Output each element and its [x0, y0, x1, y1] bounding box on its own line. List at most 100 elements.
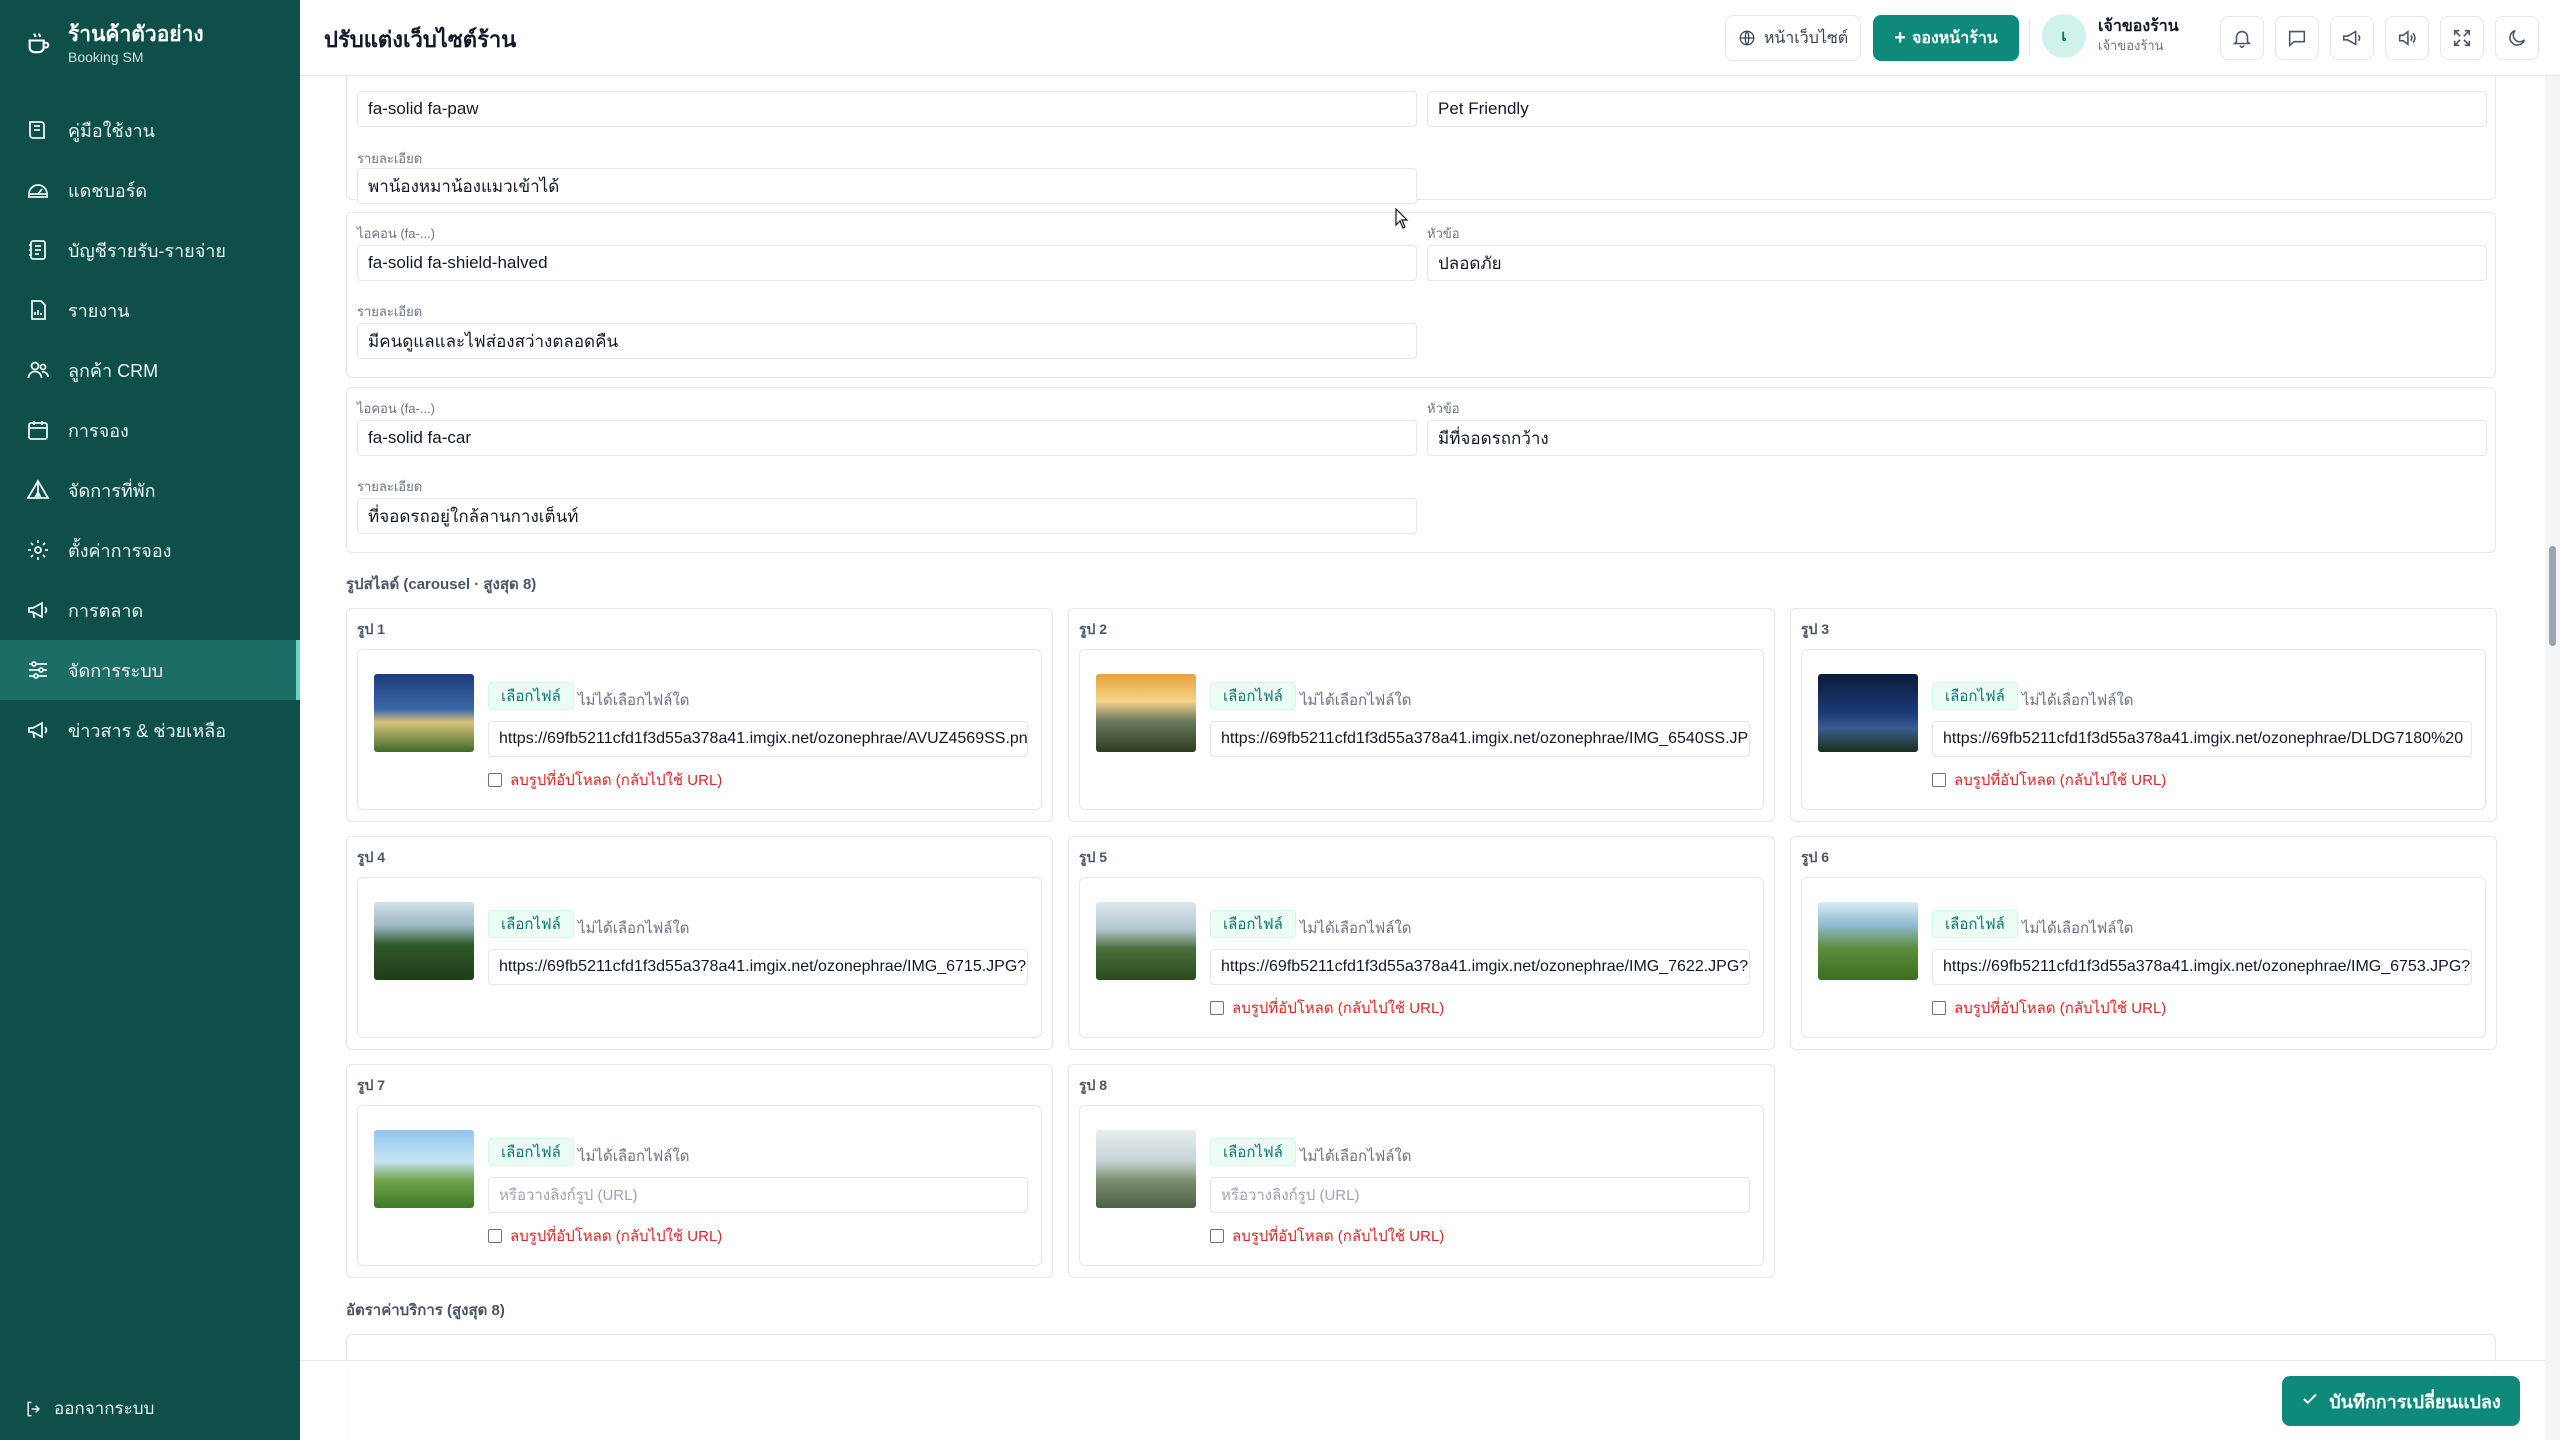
- slide-title: รูป 6: [1801, 849, 1830, 865]
- report-icon: [31, 300, 46, 320]
- sidebar: ร้านค้าตัวอย่าง Booking SM คู่มือใช้งาน …: [0, 0, 300, 1440]
- feature-icon-label: ไอคอน (fa-...): [357, 401, 436, 416]
- sidebar-item-system[interactable]: จัดการระบบ: [0, 640, 300, 700]
- slide-url-input[interactable]: หรือวางลิงก์รูป (URL): [488, 1177, 1028, 1213]
- dark-mode-button[interactable]: [2495, 16, 2539, 60]
- page-scrollbar[interactable]: [2545, 76, 2560, 1440]
- choose-file-button[interactable]: เลือกไฟล์: [1932, 682, 2018, 710]
- choose-file-button[interactable]: เลือกไฟล์: [1210, 910, 1296, 938]
- book-at-store-button[interactable]: + จองหน้าร้าน: [1873, 15, 2019, 61]
- announcements-button[interactable]: [2330, 16, 2374, 60]
- slide-card: รูป 6 เลือกไฟล์ ไม่ได้เลือกไฟล์ใด https:…: [1790, 836, 2497, 1050]
- feature-icon-input[interactable]: fa-solid fa-paw: [357, 91, 1417, 127]
- sidebar-item-crm[interactable]: ลูกค้า CRM: [0, 340, 300, 400]
- brand[interactable]: ร้านค้าตัวอย่าง Booking SM: [24, 16, 204, 72]
- main-content: fa-solid fa-paw Pet Friendly รายละเอียด …: [300, 76, 2545, 1440]
- sidebar-item-label: จัดการระบบ: [68, 660, 164, 681]
- slide-thumbnail: [1096, 1130, 1196, 1208]
- feature-detail-input[interactable]: มีคนดูแลและไฟส่องสว่างตลอดคืน: [357, 323, 1417, 359]
- choose-file-button[interactable]: เลือกไฟล์: [1210, 682, 1296, 710]
- notifications-button[interactable]: [2220, 16, 2264, 60]
- slide-card: รูป 2 เลือกไฟล์ ไม่ได้เลือกไฟล์ใด https:…: [1068, 608, 1775, 822]
- mouse-cursor-icon: [1395, 208, 1409, 229]
- sidebar-item-dashboard[interactable]: แดชบอร์ด: [0, 160, 300, 220]
- slide-url-input[interactable]: https://69fb5211cfd1f3d55a378a41.imgix.n…: [488, 721, 1028, 757]
- slide-url-input[interactable]: https://69fb5211cfd1f3d55a378a41.imgix.n…: [1932, 949, 2472, 985]
- delete-upload-checkbox[interactable]: ลบรูปที่อัปโหลด (กลับไปใช้ URL): [1932, 768, 2166, 792]
- no-file-label: ไม่ได้เลือกไฟล์ใด: [578, 920, 690, 937]
- choose-file-button[interactable]: เลือกไฟล์: [488, 682, 574, 710]
- slide-upload-box: เลือกไฟล์ ไม่ได้เลือกไฟล์ใด https://69fb…: [357, 877, 1042, 1038]
- delete-upload-checkbox[interactable]: ลบรูปที่อัปโหลด (กลับไปใช้ URL): [488, 1224, 722, 1248]
- checkbox-icon[interactable]: [1932, 1001, 1946, 1015]
- sidebar-item-bookings[interactable]: การจอง: [0, 400, 300, 460]
- delete-upload-checkbox[interactable]: ลบรูปที่อัปโหลด (กลับไปใช้ URL): [1932, 996, 2166, 1020]
- sidebar-item-label: ลูกค้า CRM: [68, 360, 159, 381]
- feature-icon-label: ไอคอน (fa-...): [357, 226, 436, 241]
- messages-button[interactable]: [2275, 16, 2319, 60]
- slide-thumbnail: [1818, 674, 1918, 752]
- sidebar-item-label: คู่มือใช้งาน: [68, 120, 155, 141]
- feature-title-label: หัวข้อ: [1427, 226, 1460, 241]
- sidebar-item-reports[interactable]: รายงาน: [0, 280, 300, 340]
- user-menu[interactable]: เ เจ้าของร้าน เจ้าของร้าน: [2042, 14, 2179, 58]
- slide-title: รูป 5: [1079, 849, 1108, 865]
- slide-card: รูป 4 เลือกไฟล์ ไม่ได้เลือกไฟล์ใด https:…: [346, 836, 1053, 1050]
- feature-detail-label: รายละเอียด: [357, 479, 423, 494]
- choose-file-button[interactable]: เลือกไฟล์: [1932, 910, 2018, 938]
- slide-thumbnail: [374, 902, 474, 980]
- sidebar-item-manual[interactable]: คู่มือใช้งาน: [0, 100, 300, 160]
- website-button[interactable]: หน้าเว็บไซต์: [1725, 15, 1861, 61]
- choose-file-button[interactable]: เลือกไฟล์: [1210, 1138, 1296, 1166]
- megaphone-icon: [2342, 30, 2361, 46]
- checkbox-icon[interactable]: [488, 1229, 502, 1243]
- no-file-label: ไม่ได้เลือกไฟล์ใด: [578, 1148, 690, 1165]
- sidebar-item-marketing[interactable]: การตลาด: [0, 580, 300, 640]
- slide-upload-box: เลือกไฟล์ ไม่ได้เลือกไฟล์ใด หรือวางลิงก์…: [357, 1105, 1042, 1266]
- sound-button[interactable]: [2385, 16, 2429, 60]
- sidebar-item-accounting[interactable]: บัญชีรายรับ-รายจ่าย: [0, 220, 300, 280]
- sidebar-item-news-help[interactable]: ข่าวสาร & ช่วยเหลือ: [0, 700, 300, 760]
- feature-detail-input[interactable]: พาน้องหมาน้องแมวเข้าได้: [357, 168, 1417, 204]
- logout-link[interactable]: ออกจากระบบ: [24, 1395, 154, 1422]
- slide-upload-box: เลือกไฟล์ ไม่ได้เลือกไฟล์ใด หรือวางลิงก์…: [1079, 1105, 1764, 1266]
- delete-upload-checkbox[interactable]: ลบรูปที่อัปโหลด (กลับไปใช้ URL): [1210, 996, 1444, 1020]
- sidebar-item-accommodation[interactable]: จัดการที่พัก: [0, 460, 300, 520]
- slide-url-input[interactable]: หรือวางลิงก์รูป (URL): [1210, 1177, 1750, 1213]
- sidebar-item-label: ตั้งค่าการจอง: [68, 540, 172, 561]
- checkbox-icon[interactable]: [488, 773, 502, 787]
- slide-url-input[interactable]: https://69fb5211cfd1f3d55a378a41.imgix.n…: [1210, 721, 1750, 757]
- scrollbar-thumb[interactable]: [2549, 546, 2556, 646]
- feature-icon-input[interactable]: fa-solid fa-shield-halved: [357, 245, 1417, 281]
- feature-title-input[interactable]: มีที่จอดรถกว้าง: [1427, 420, 2487, 456]
- checkbox-icon[interactable]: [1210, 1229, 1224, 1243]
- sidebar-item-booking-settings[interactable]: ตั้งค่าการจอง: [0, 520, 300, 580]
- megaphone-icon: [28, 721, 48, 739]
- slide-card: รูป 1 เลือกไฟล์ ไม่ได้เลือกไฟล์ใด https:…: [346, 608, 1053, 822]
- slide-thumbnail: [374, 1130, 474, 1208]
- feature-icon-input[interactable]: fa-solid fa-car: [357, 420, 1417, 456]
- feature-card: ไอคอน (fa-...) หัวข้อ fa-solid fa-car มี…: [346, 387, 2496, 553]
- checkbox-icon[interactable]: [1932, 773, 1946, 787]
- fullscreen-icon: [2453, 29, 2471, 47]
- fullscreen-button[interactable]: [2440, 16, 2484, 60]
- slide-upload-box: เลือกไฟล์ ไม่ได้เลือกไฟล์ใด https://69fb…: [1801, 649, 2486, 810]
- slide-url-input[interactable]: https://69fb5211cfd1f3d55a378a41.imgix.n…: [488, 949, 1028, 985]
- feature-card: fa-solid fa-paw Pet Friendly รายละเอียด …: [346, 76, 2496, 204]
- feature-detail-input[interactable]: ที่จอดรถอยู่ใกล้ลานกางเต็นท์: [357, 498, 1417, 534]
- feature-card: ไอคอน (fa-...) หัวข้อ fa-solid fa-shield…: [346, 212, 2496, 378]
- checkbox-icon[interactable]: [1210, 1001, 1224, 1015]
- sidebar-item-label: บัญชีรายรับ-รายจ่าย: [68, 240, 226, 261]
- slides-section-label: รูปสไลด์ (carousel · สูงสุด 8): [346, 576, 537, 593]
- slide-url-input[interactable]: https://69fb5211cfd1f3d55a378a41.imgix.n…: [1932, 721, 2472, 757]
- delete-upload-checkbox[interactable]: ลบรูปที่อัปโหลด (กลับไปใช้ URL): [1210, 1224, 1444, 1248]
- delete-upload-checkbox[interactable]: ลบรูปที่อัปโหลด (กลับไปใช้ URL): [488, 768, 722, 792]
- choose-file-button[interactable]: เลือกไฟล์: [488, 1138, 574, 1166]
- feature-title-input[interactable]: ปลอดภัย: [1427, 245, 2487, 281]
- feature-title-input[interactable]: Pet Friendly: [1427, 91, 2487, 127]
- choose-file-button[interactable]: เลือกไฟล์: [488, 910, 574, 938]
- save-changes-button[interactable]: บันทึกการเปลี่ยนแปลง: [2282, 1376, 2520, 1426]
- slide-title: รูป 1: [357, 621, 386, 637]
- tent-icon: [26, 479, 50, 499]
- slide-url-input[interactable]: https://69fb5211cfd1f3d55a378a41.imgix.n…: [1210, 949, 1750, 985]
